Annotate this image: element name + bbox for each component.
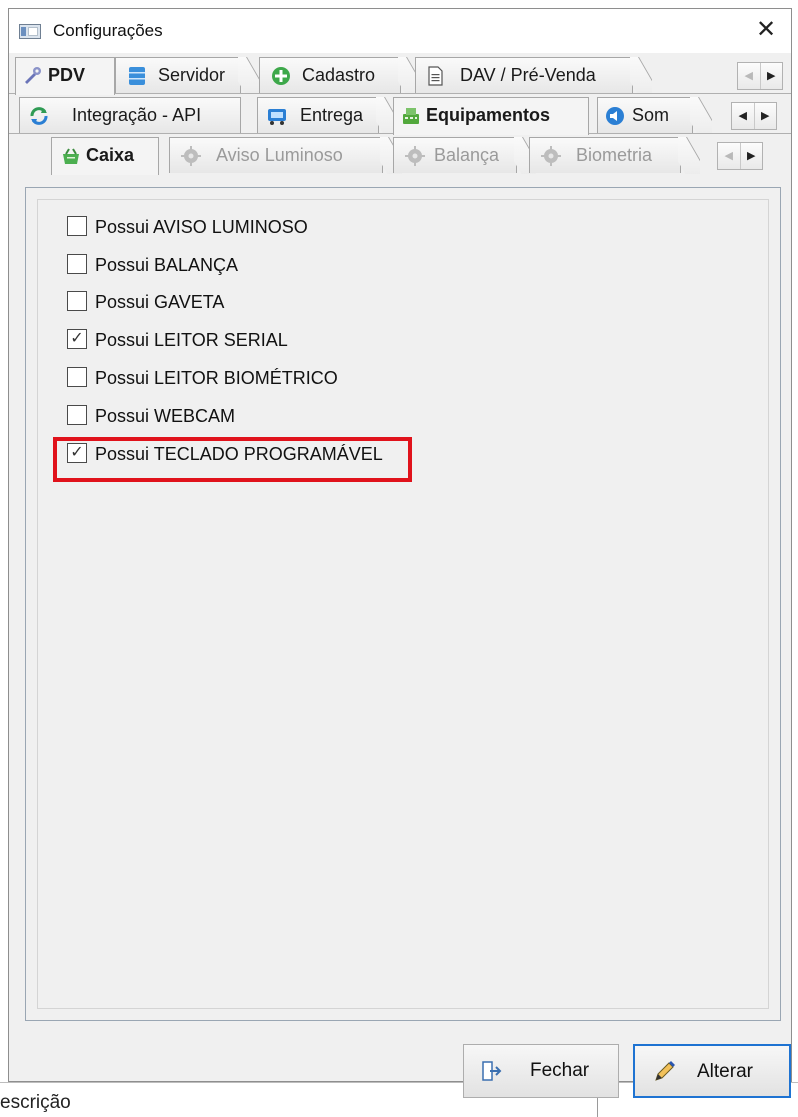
- tab-dav-pre-venda[interactable]: DAV / Pré-Venda: [415, 57, 633, 93]
- checkbox-box[interactable]: [67, 405, 87, 425]
- sound-icon: [606, 107, 624, 125]
- checkbox-label: Possui WEBCAM: [95, 406, 236, 426]
- window-title: Configurações: [53, 21, 163, 40]
- checkbox-label: Possui AVISO LUMINOSO: [95, 217, 308, 237]
- tab-label: Equipamentos: [426, 105, 551, 125]
- checkbox-label: Possui BALANÇA: [95, 255, 239, 275]
- exit-door-icon: [482, 1061, 502, 1081]
- tab-aviso-luminoso[interactable]: Aviso Luminoso: [169, 137, 383, 173]
- tab-entrega[interactable]: Entrega: [257, 97, 379, 133]
- tab-som[interactable]: Som: [597, 97, 693, 133]
- scroll-left-icon[interactable]: ◀: [738, 63, 760, 89]
- tab-label: DAV / Pré-Venda: [460, 65, 596, 85]
- tab-biometria[interactable]: Biometria: [529, 137, 681, 173]
- tab-label: Biometria: [576, 145, 653, 165]
- alterar-button[interactable]: Alterar: [633, 1044, 791, 1098]
- tab-label: Som: [632, 105, 670, 125]
- wrench-icon: [25, 67, 41, 84]
- tab-cadastro[interactable]: Cadastro: [259, 57, 401, 93]
- checkbox-box[interactable]: ✓: [67, 329, 87, 349]
- equipment-icon: [403, 108, 419, 124]
- tab-label: Cadastro: [302, 65, 376, 85]
- refresh-icon: [30, 107, 48, 125]
- close-window-button[interactable]: ✕: [751, 15, 781, 45]
- tab-label: PDV: [48, 65, 86, 85]
- tab-equipamentos[interactable]: Equipamentos: [393, 97, 589, 135]
- database-icon: [129, 67, 145, 85]
- tab-caixa[interactable]: Caixa: [51, 137, 159, 175]
- scroll-right-icon[interactable]: ▶: [741, 143, 763, 169]
- fechar-label: Fechar: [530, 1060, 590, 1081]
- tab-label: Balança: [434, 145, 500, 165]
- checkbox-label: Possui LEITOR BIOMÉTRICO: [95, 368, 338, 388]
- background-partial-text: escrição: [0, 1092, 71, 1113]
- cash-register-icon: [63, 148, 79, 164]
- checkbox-box[interactable]: [67, 367, 87, 387]
- checkbox-label: Possui LEITOR SERIAL: [95, 330, 288, 350]
- tab-pdv[interactable]: PDV: [15, 57, 115, 95]
- scroll-right-icon[interactable]: ▶: [755, 103, 777, 129]
- pencil-icon: [655, 1061, 675, 1081]
- checkbox-label: Possui GAVETA: [95, 292, 225, 312]
- document-icon: [428, 66, 443, 86]
- caixa-panel-inner: [37, 199, 769, 1009]
- checkbox-box[interactable]: [67, 254, 87, 274]
- fechar-button[interactable]: Fechar: [463, 1044, 619, 1098]
- checkbox-box[interactable]: [67, 291, 87, 311]
- gear-icon: [541, 146, 561, 166]
- tab-servidor[interactable]: Servidor: [115, 57, 241, 93]
- alterar-label: Alterar: [697, 1061, 753, 1082]
- tab-label: Aviso Luminoso: [216, 145, 343, 165]
- tab-label: Integração - API: [72, 105, 202, 125]
- tab-row-main-scroller: ◀ ▶: [737, 62, 783, 90]
- tab-balanca[interactable]: Balança: [393, 137, 517, 173]
- tab-integracao-api[interactable]: Integração - API: [19, 97, 241, 133]
- tab-label: Entrega: [300, 105, 364, 125]
- tab-label: Servidor: [158, 65, 226, 85]
- title-bar: Configurações ✕: [9, 9, 791, 53]
- checkbox-box[interactable]: [67, 216, 87, 236]
- tab-row-equipamentos-scroller: ◀ ▶: [717, 142, 763, 170]
- configuracoes-dialog: Configurações ✕ PDV Servidor Cadastro DA…: [8, 8, 792, 1098]
- gear-icon: [405, 146, 425, 166]
- tab-label: Caixa: [86, 145, 135, 165]
- plus-circle-icon: [272, 67, 290, 85]
- scroll-right-icon[interactable]: ▶: [761, 63, 783, 89]
- scroll-left-icon[interactable]: ◀: [718, 143, 740, 169]
- delivery-icon: [268, 109, 286, 125]
- window-icon: [19, 24, 41, 39]
- highlight-annotation-box: [53, 437, 412, 482]
- tab-row-pdv-scroller: ◀ ▶: [731, 102, 777, 130]
- scroll-left-icon[interactable]: ◀: [732, 103, 754, 129]
- gear-icon: [181, 146, 201, 166]
